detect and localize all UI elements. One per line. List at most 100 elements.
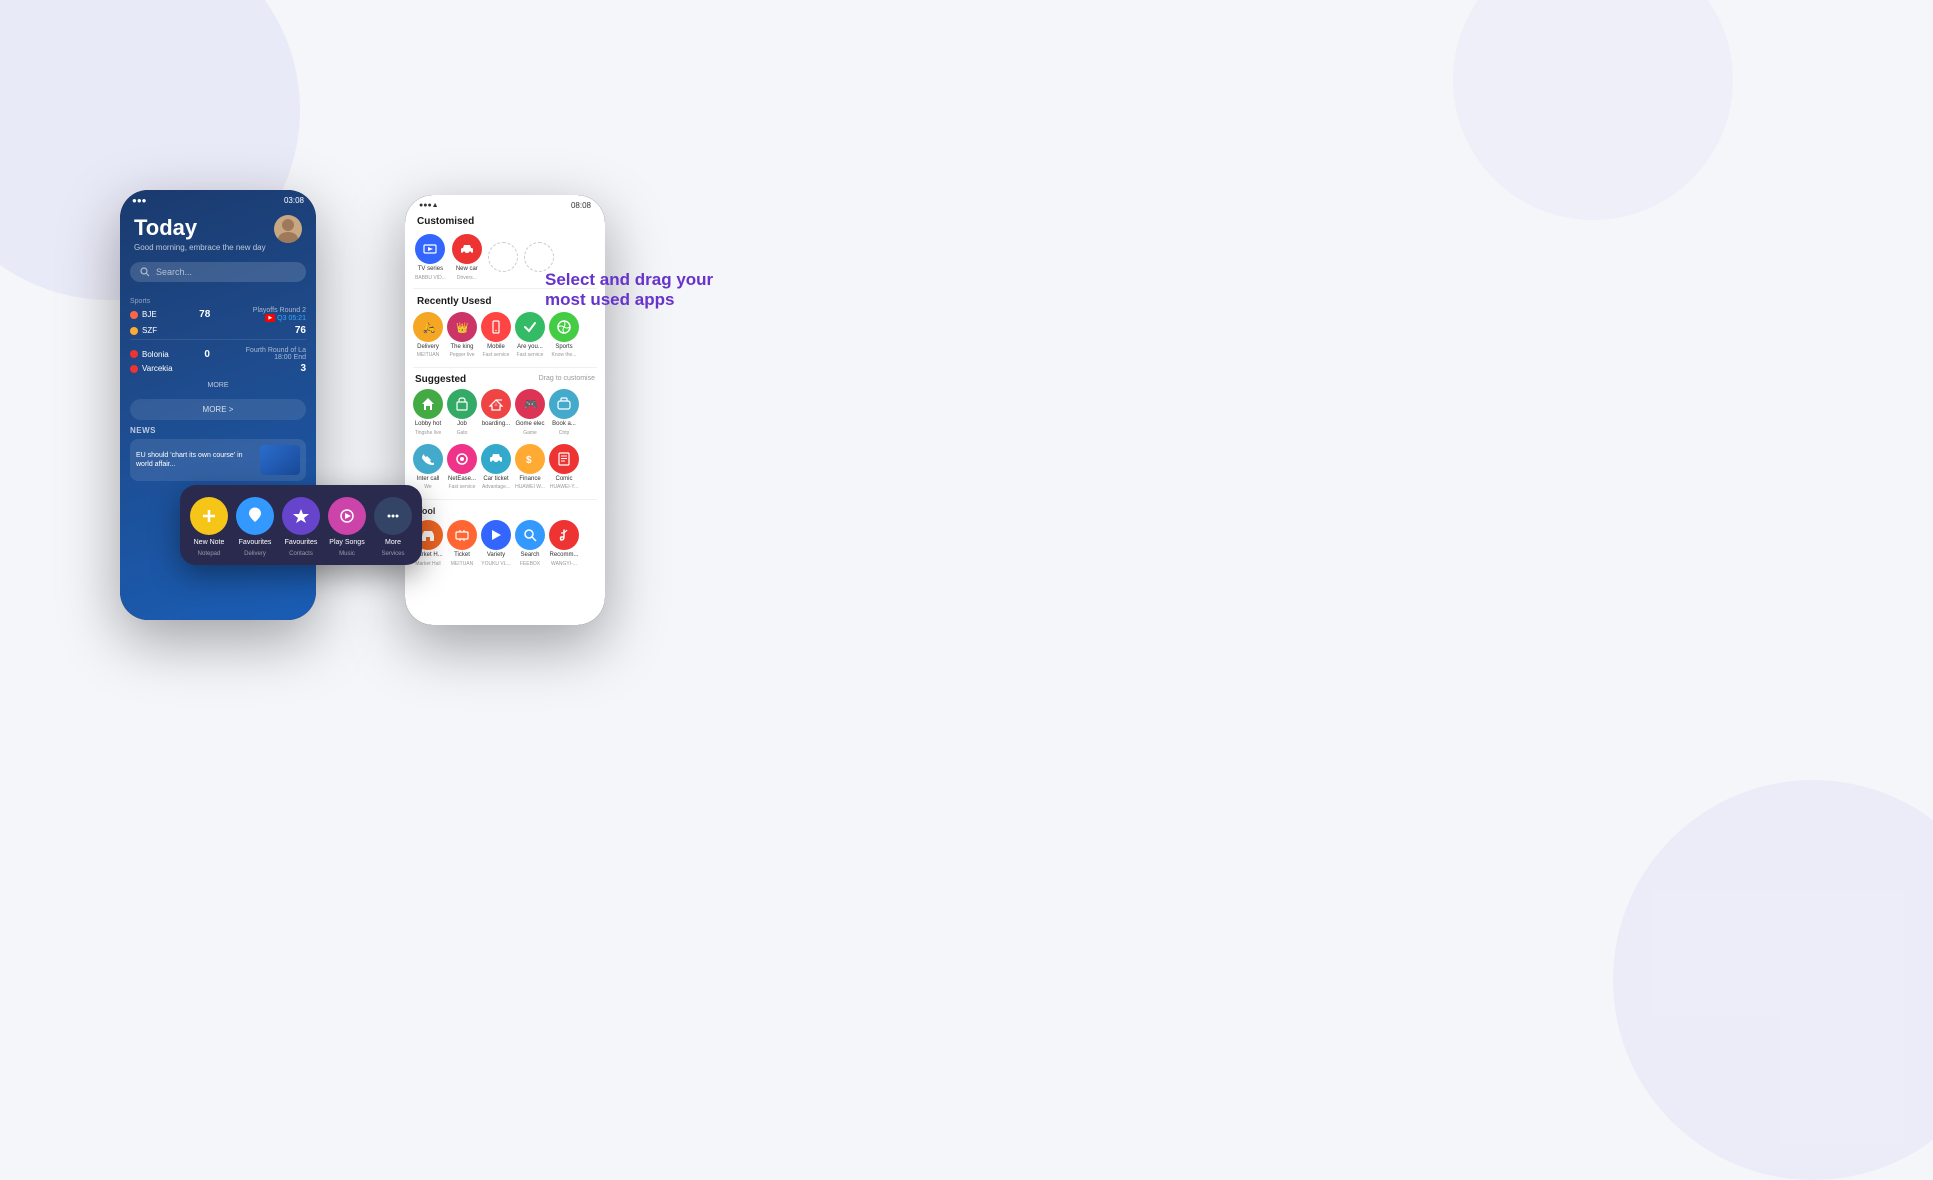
svg-text:👑: 👑	[456, 322, 468, 334]
app-ticket[interactable]: Ticket MEITUAN	[447, 520, 477, 567]
app-search[interactable]: Search FEEBOX	[515, 520, 545, 567]
app-booka-name: Book a...	[552, 421, 576, 428]
app-recommend[interactable]: Recomm... WANGYI-...	[549, 520, 579, 567]
app-netease-icon	[447, 444, 477, 474]
qa-fav-contacts-label: Favourites	[285, 539, 318, 547]
app-intercall-sub: We	[424, 484, 431, 490]
app-netease[interactable]: NetEase... Fast service	[447, 444, 477, 491]
app-comic-icon	[549, 444, 579, 474]
qa-more[interactable]: More Services	[374, 497, 412, 557]
app-tv-series-name: TV series	[418, 266, 443, 273]
team-bje: BJE	[130, 310, 157, 319]
app-boarding-icon	[481, 389, 511, 419]
match2-info: Fourth Round of La 18:00 End	[246, 347, 306, 361]
app-delivery-sub: MEITUAN	[417, 352, 440, 358]
app-empty-slot-1[interactable]	[488, 242, 518, 272]
qa-playsongs-sub: Music	[339, 551, 355, 557]
app-search-icon	[515, 520, 545, 550]
qa-fav-contacts-icon	[282, 497, 320, 535]
today-header: Today Good morning, embrace the new day	[120, 207, 316, 258]
svg-text:🛵: 🛵	[423, 322, 436, 334]
qa-fav-delivery-label: Favourites	[239, 539, 272, 547]
app-areyou-sub: Fast service	[517, 352, 544, 358]
app-variety-sub: YOUKU VL...	[481, 561, 510, 567]
app-sports-name: Sports	[555, 344, 572, 351]
app-new-car[interactable]: New car Drivers...	[452, 234, 482, 281]
app-lobbyhot-icon	[413, 389, 443, 419]
app-sports-sub: Know the...	[551, 352, 576, 358]
app-intercall-icon	[413, 444, 443, 474]
bg-decoration-tr	[1453, 0, 1733, 220]
tool-label: Tool	[405, 503, 605, 518]
app-sports[interactable]: Sports Know the...	[549, 312, 579, 359]
more-btn-small[interactable]: MORE	[130, 378, 306, 393]
news-text: EU should 'chart its own course' in worl…	[136, 451, 254, 469]
app-netease-sub: Fast service	[449, 484, 476, 490]
app-theking-icon: 👑	[447, 312, 477, 342]
app-search-sub: FEEBOX	[520, 561, 540, 567]
team-szf: SZF	[130, 326, 157, 335]
app-inter-call[interactable]: Inter call We	[413, 444, 443, 491]
app-marketh-sub: Market Hall	[415, 561, 440, 567]
news-item[interactable]: EU should 'chart its own course' in worl…	[130, 439, 306, 481]
quick-actions-popup: New Note Notepad Favourites Delivery Fav…	[180, 485, 422, 565]
app-car-ticket[interactable]: Car ticket Advantage...	[481, 444, 511, 491]
app-empty-slot-2[interactable]	[524, 242, 554, 272]
qa-favourites-contacts[interactable]: Favourites Contacts	[282, 497, 320, 557]
qa-new-note[interactable]: New Note Notepad	[190, 497, 228, 557]
search-icon	[140, 267, 150, 277]
app-job-sub: Gato	[457, 430, 468, 436]
qa-newnote-icon	[190, 497, 228, 535]
app-ticket-name: Ticket	[454, 552, 470, 559]
app-theking-name: The king	[450, 344, 473, 351]
suggested-label: Suggested	[415, 374, 466, 385]
phone-1-container: ●●● 03:08 Today Good morning, embrace th…	[120, 190, 316, 620]
app-tv-series[interactable]: TV series BABBU VID...	[415, 234, 446, 281]
team-bolonia: Bolonia	[130, 350, 169, 359]
app-recomm-sub: WANGYI-...	[551, 561, 577, 567]
app-are-you[interactable]: Are you... Fast service	[515, 312, 545, 359]
match1-info: Playoffs Round 2 ▶ Q3 05:21	[253, 307, 306, 322]
bg-decoration-br	[1613, 780, 1933, 1180]
app-variety-name: Variety	[487, 552, 505, 559]
app-gomeelec-icon: 🎮	[515, 389, 545, 419]
app-variety[interactable]: Variety YOUKU VL...	[481, 520, 511, 567]
qa-more-icon	[374, 497, 412, 535]
qa-play-songs[interactable]: Play Songs Music	[328, 497, 366, 557]
phone2-signal: ●●●▲	[419, 202, 439, 209]
app-boarding[interactable]: boarding...	[481, 389, 511, 430]
app-gome-elec[interactable]: 🎮 Gome elec Game	[515, 389, 545, 436]
app-booka-icon	[549, 389, 579, 419]
app-the-king[interactable]: 👑 The king Pepper live	[447, 312, 477, 359]
app-lobby-hot[interactable]: Lobby hot Tingshe live	[413, 389, 443, 436]
app-new-car-sub: Drivers...	[457, 275, 477, 281]
today-subtitle: Good morning, embrace the new day	[134, 243, 266, 252]
app-mobile[interactable]: Mobile Fast service	[481, 312, 511, 359]
app-delivery-icon: 🛵	[413, 312, 443, 342]
suggested-row-2: Inter call We NetEase... Fast service Ca…	[405, 442, 605, 497]
app-tv-series-icon	[415, 234, 445, 264]
app-finance-name: Finance	[519, 476, 540, 483]
app-job[interactable]: Job Gato	[447, 389, 477, 436]
app-comic-sub: HUAWEI-Y...	[550, 484, 578, 490]
qa-fav-delivery-icon	[236, 497, 274, 535]
app-mobile-name: Mobile	[487, 344, 505, 351]
app-finance-sub: HUAWEI W...	[515, 484, 545, 490]
qa-more-sub: Services	[381, 551, 404, 557]
qa-favourites-delivery[interactable]: Favourites Delivery	[236, 497, 274, 557]
drag-hint: Drag to customise	[539, 375, 595, 382]
app-comic[interactable]: Comic HUAWEI-Y...	[549, 444, 579, 491]
app-carticket-icon	[481, 444, 511, 474]
search-bar[interactable]: Search...	[130, 262, 306, 282]
phone2-status-bar: ●●●▲ 08:08	[405, 195, 605, 212]
app-book-a[interactable]: Book a... Ctrip	[549, 389, 579, 436]
callout-line2: most used apps	[545, 290, 713, 310]
app-finance-icon: $	[515, 444, 545, 474]
app-carticket-sub: Advantage...	[482, 484, 510, 490]
qa-more-label: More	[385, 539, 401, 547]
qa-newnote-label: New Note	[194, 539, 225, 547]
app-finance[interactable]: $ Finance HUAWEI W...	[515, 444, 545, 491]
phone1-signal: ●●●	[132, 196, 147, 205]
app-delivery[interactable]: 🛵 Delivery MEITUAN	[413, 312, 443, 359]
more-button-large[interactable]: MORE >	[130, 399, 306, 420]
